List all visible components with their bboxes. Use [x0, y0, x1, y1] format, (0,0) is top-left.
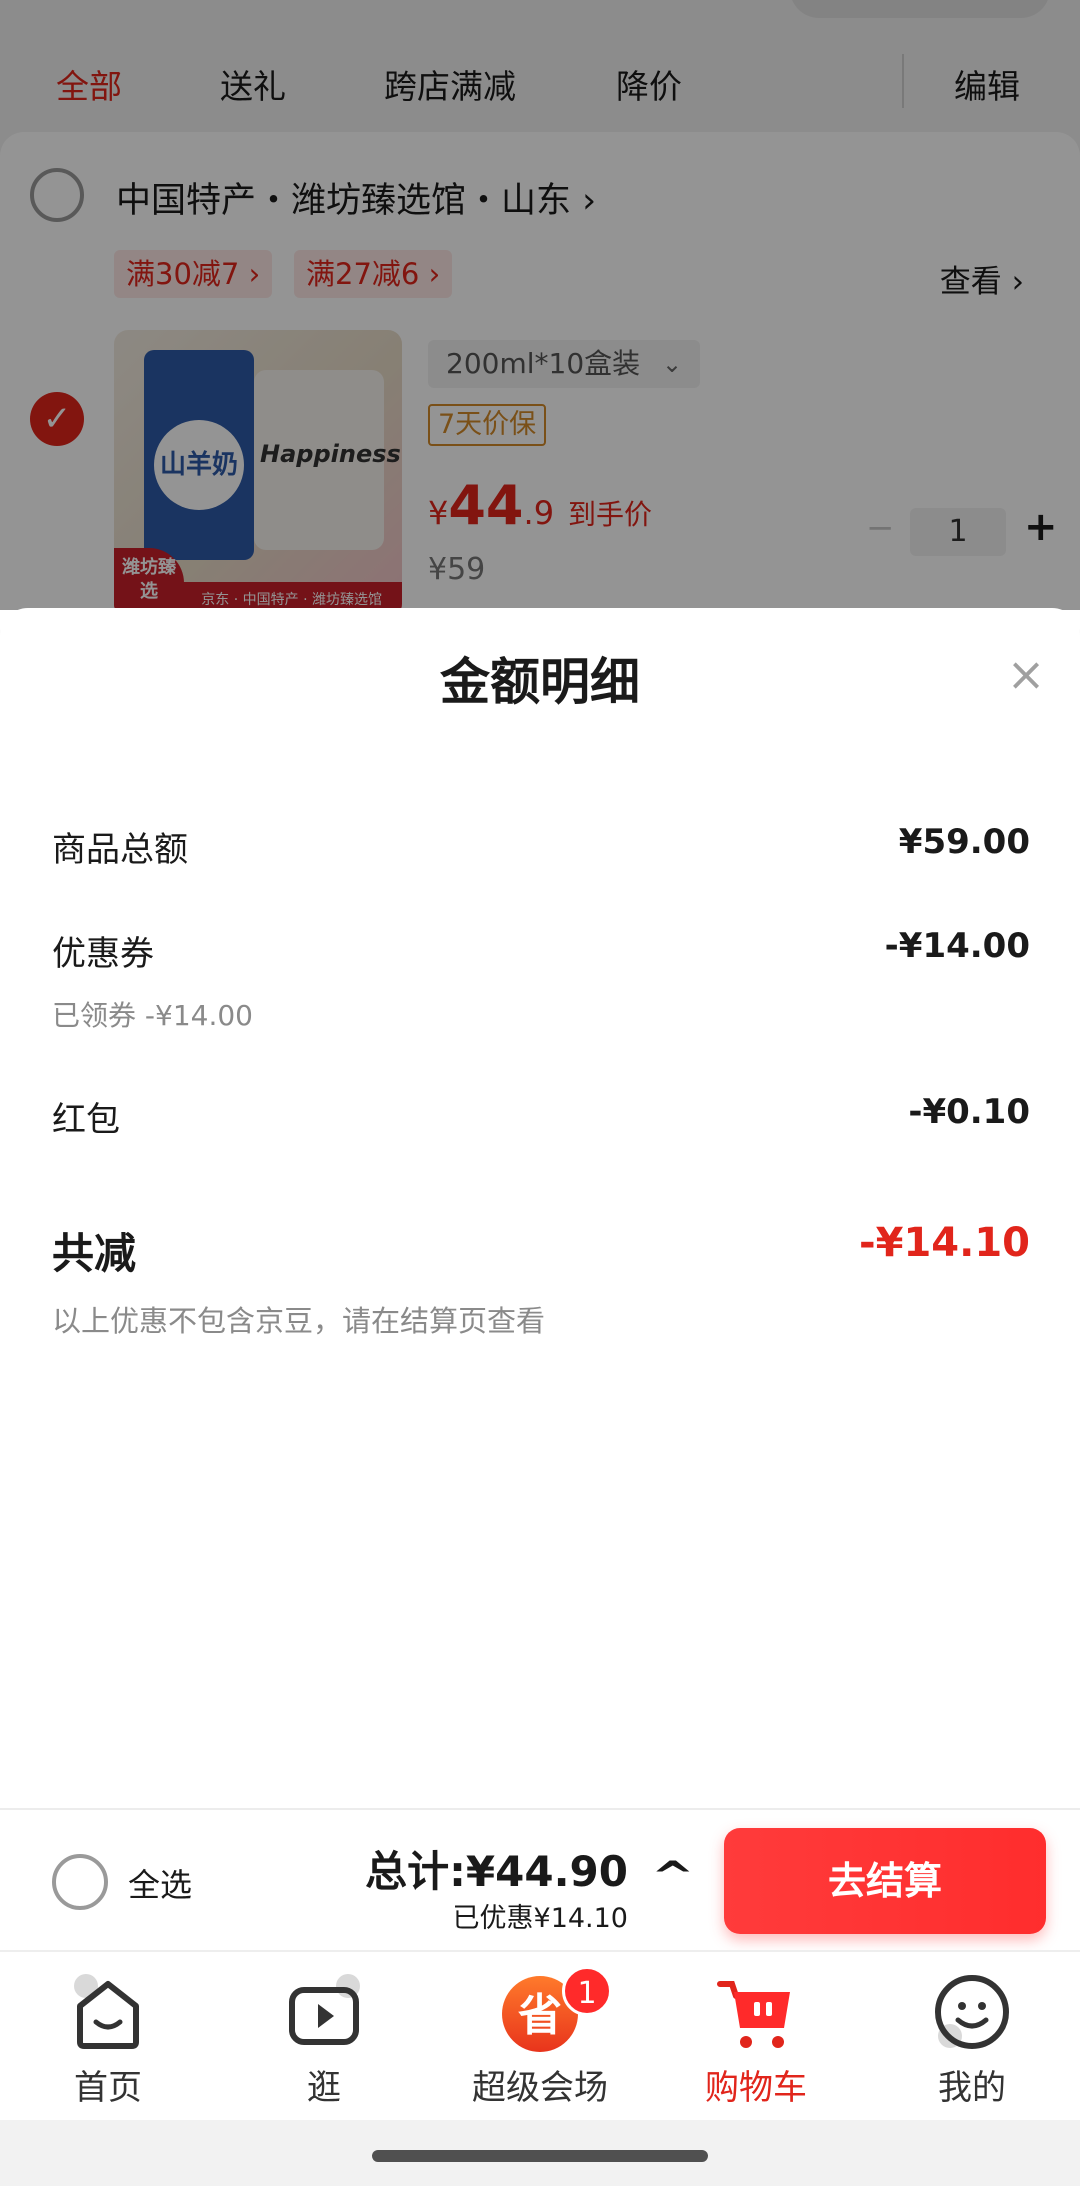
tab-cart-label: 购物车 [705, 2068, 807, 2108]
sheet-title: 金额明细 [440, 653, 640, 711]
tab-browse[interactable]: 逛 [216, 1952, 432, 2122]
total-price: 总计:¥44.90 [365, 1847, 628, 1896]
tab-home-label: 首页 [74, 2068, 142, 2108]
tab-cart[interactable]: 购物车 [648, 1952, 864, 2122]
discount-note: 以上优惠不包含京豆，请在结算页查看 [52, 1304, 546, 1338]
coupon-value: -¥14.00 [884, 926, 1030, 966]
video-icon [289, 1974, 360, 2045]
total-discount-value: -¥14.10 [859, 1220, 1030, 1266]
tab-profile-label: 我的 [938, 2068, 1006, 2108]
saved-amount: 已优惠¥14.10 [452, 1903, 628, 1934]
checkout-button[interactable]: 去结算 [724, 1828, 1046, 1934]
tab-super-venue-label: 超级会场 [472, 2068, 608, 2108]
red-packet-value: -¥0.10 [908, 1092, 1030, 1132]
tab-profile[interactable]: 我的 [864, 1952, 1080, 2122]
tab-super-venue[interactable]: 省 1 超级会场 [432, 1952, 648, 2122]
select-all-radio[interactable] [52, 1854, 108, 1910]
subtotal-label: 商品总额 [52, 830, 188, 870]
home-indicator[interactable] [372, 2150, 708, 2162]
super-venue-glyph: 省 [518, 1990, 562, 2041]
red-packet-label: 红包 [52, 1100, 120, 1140]
checkout-bar: 全选 总计:¥44.90 已优惠¥14.10 ^ 去结算 [0, 1808, 1080, 1950]
total-discount-label: 共减 [52, 1229, 137, 1278]
caret-up-icon[interactable]: ^ [651, 1854, 695, 1900]
select-all-label[interactable]: 全选 [128, 1860, 192, 1906]
modal-overlay[interactable] [0, 0, 1080, 610]
bottom-tab-bar: 首页 逛 省 1 超级会场 购物车 我的 [0, 1950, 1080, 2120]
amount-detail-sheet: 金额明细 × 商品总额 ¥59.00 优惠券 -¥14.00 已领券 -¥14.… [0, 608, 1080, 1808]
cart-icon [717, 1981, 790, 2048]
system-gesture-area [0, 2120, 1080, 2186]
profile-icon [935, 1975, 1009, 2049]
close-icon[interactable]: × [1000, 648, 1052, 700]
notification-badge: 1 [562, 1966, 612, 2016]
tab-home[interactable]: 首页 [0, 1952, 216, 2122]
home-icon [74, 1974, 139, 2049]
subtotal-value: ¥59.00 [898, 822, 1030, 862]
tab-browse-label: 逛 [307, 2068, 341, 2108]
coupon-sub-detail: 已领券 -¥14.00 [52, 999, 253, 1032]
coupon-label: 优惠券 [52, 934, 154, 974]
